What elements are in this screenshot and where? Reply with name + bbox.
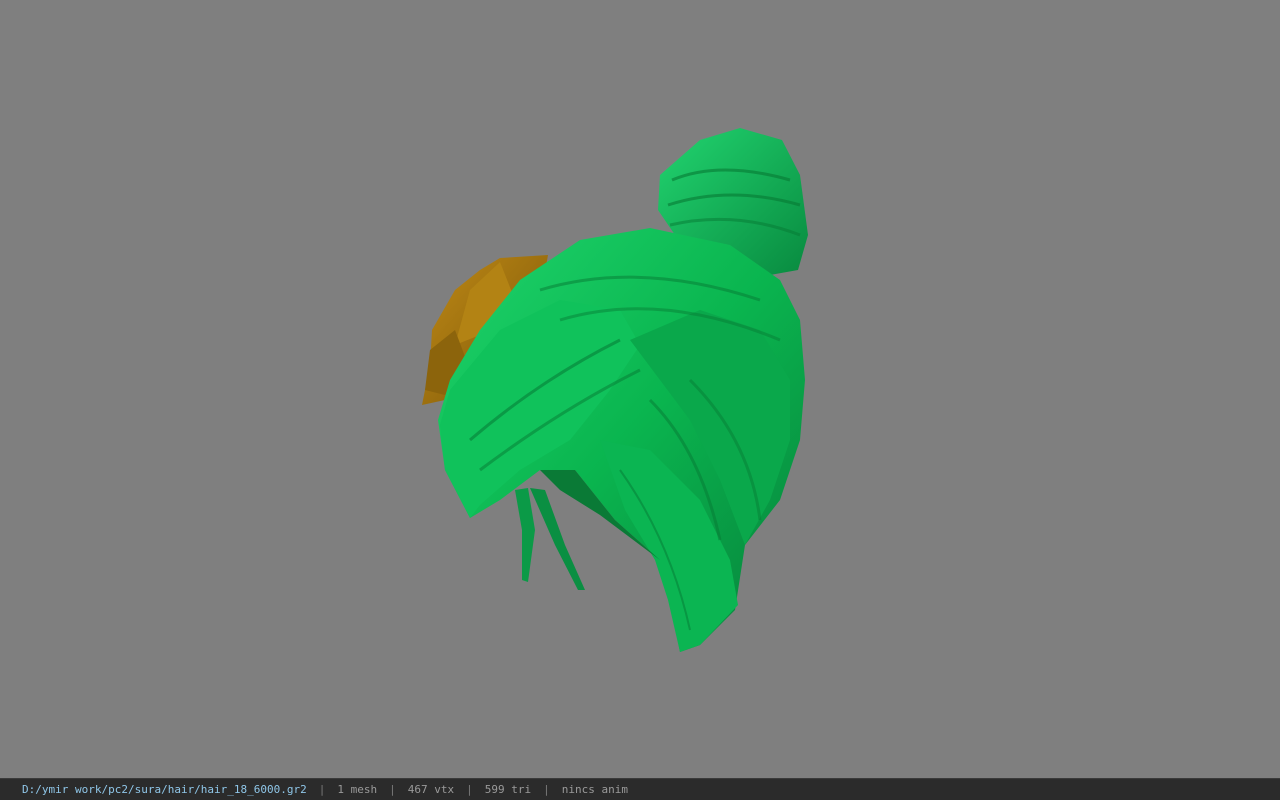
hair-strands xyxy=(515,488,585,590)
animation-status: nincs anim xyxy=(561,783,628,796)
separator: | xyxy=(543,783,550,796)
separator: | xyxy=(466,783,473,796)
3d-viewport[interactable] xyxy=(0,0,1280,778)
separator: | xyxy=(389,783,396,796)
separator: | xyxy=(318,783,326,796)
model-render[interactable] xyxy=(0,0,1280,778)
mesh-count: 1 mesh xyxy=(337,783,378,796)
vertex-count: 467 vtx xyxy=(407,783,455,796)
status-bar: D:/ymir work/pc2/sura/hair/hair_18_6000.… xyxy=(0,778,1280,800)
triangle-count: 599 tri xyxy=(484,783,532,796)
file-path: D:/ymir work/pc2/sura/hair/hair_18_6000.… xyxy=(22,783,307,796)
